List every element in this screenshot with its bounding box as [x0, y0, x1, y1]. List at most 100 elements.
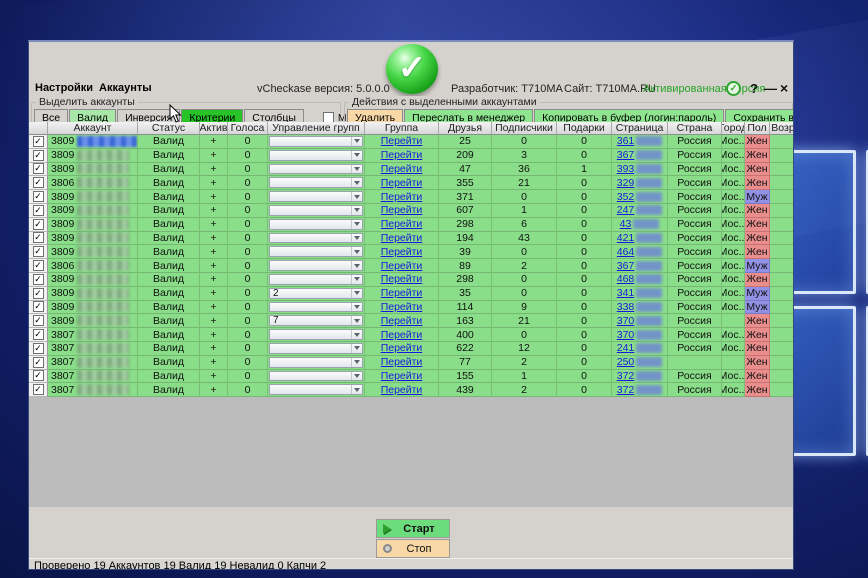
- chevron-down-icon[interactable]: [351, 316, 362, 326]
- group-manage-dropdown[interactable]: [269, 149, 363, 161]
- account-cell[interactable]: 3809: [48, 300, 138, 315]
- menu-accounts[interactable]: Аккаунты: [99, 82, 152, 94]
- row-select-cell[interactable]: ✓: [29, 355, 48, 370]
- account-cell[interactable]: 3807: [48, 355, 138, 370]
- account-cell[interactable]: 3809: [48, 272, 138, 287]
- column-header-Группа[interactable]: Группа: [365, 122, 439, 135]
- group-go-link[interactable]: Перейти: [381, 356, 423, 368]
- account-cell[interactable]: 3807: [48, 328, 138, 342]
- row-select-cell[interactable]: ✓: [29, 341, 48, 356]
- group-go-link[interactable]: Перейти: [381, 273, 423, 285]
- page-link[interactable]: 250: [617, 356, 635, 368]
- group-manage-dropdown[interactable]: [269, 301, 363, 313]
- account-cell[interactable]: 3807: [48, 383, 138, 398]
- column-header-Актив[interactable]: Актив: [200, 122, 228, 135]
- page-link[interactable]: 361: [617, 135, 635, 147]
- row-checkbox[interactable]: ✓: [32, 135, 44, 147]
- account-cell[interactable]: 3809: [48, 314, 138, 329]
- row-checkbox[interactable]: ✓: [32, 329, 44, 341]
- page-link[interactable]: 393: [617, 163, 635, 175]
- row-select-cell[interactable]: ✓: [29, 148, 48, 163]
- group-go-link[interactable]: Перейти: [381, 384, 423, 396]
- chevron-down-icon[interactable]: [351, 137, 362, 146]
- group-go-link[interactable]: Перейти: [381, 370, 423, 382]
- group-go-link[interactable]: Перейти: [381, 329, 423, 341]
- row-select-cell[interactable]: ✓: [29, 162, 48, 177]
- group-go-link[interactable]: Перейти: [381, 260, 423, 272]
- column-header-Друзья[interactable]: Друзья: [439, 122, 492, 135]
- row-select-cell[interactable]: ✓: [29, 231, 48, 246]
- column-header-Аккаунт[interactable]: Аккаунт: [48, 122, 138, 135]
- start-button[interactable]: Старт: [376, 519, 450, 538]
- group-go-link[interactable]: Перейти: [381, 287, 423, 299]
- page-link[interactable]: 341: [617, 287, 635, 299]
- help-button[interactable]: ?: [750, 81, 758, 96]
- account-cell[interactable]: 3809: [48, 286, 138, 301]
- group-go-link[interactable]: Перейти: [381, 218, 423, 230]
- group-go-link[interactable]: Перейти: [381, 177, 423, 189]
- chevron-down-icon[interactable]: [351, 192, 362, 201]
- account-cell[interactable]: 3809: [48, 162, 138, 177]
- row-checkbox[interactable]: ✓: [32, 260, 44, 272]
- account-cell[interactable]: 3809: [48, 203, 138, 218]
- group-manage-dropdown[interactable]: [269, 342, 363, 354]
- group-go-link[interactable]: Перейти: [381, 232, 423, 244]
- group-manage-dropdown[interactable]: [269, 232, 363, 244]
- row-checkbox[interactable]: ✓: [32, 315, 44, 327]
- group-manage-dropdown[interactable]: [269, 356, 363, 368]
- column-header-Подарки[interactable]: Подарки: [557, 122, 612, 135]
- chevron-down-icon[interactable]: [351, 178, 362, 188]
- row-checkbox[interactable]: ✓: [32, 232, 44, 244]
- chevron-down-icon[interactable]: [351, 219, 362, 229]
- row-select-cell[interactable]: ✓: [29, 300, 48, 315]
- chevron-down-icon[interactable]: [351, 371, 362, 381]
- row-select-cell[interactable]: ✓: [29, 286, 48, 301]
- chevron-down-icon[interactable]: [351, 330, 362, 339]
- group-go-link[interactable]: Перейти: [381, 191, 423, 203]
- close-button[interactable]: ×: [780, 81, 788, 96]
- row-checkbox[interactable]: ✓: [32, 246, 44, 258]
- row-checkbox[interactable]: ✓: [32, 287, 44, 299]
- group-manage-dropdown[interactable]: [269, 218, 363, 230]
- column-header-Страница[interactable]: Страница: [612, 122, 668, 135]
- account-cell[interactable]: 3809: [48, 135, 138, 149]
- group-manage-dropdown[interactable]: [269, 204, 363, 216]
- row-checkbox[interactable]: ✓: [32, 301, 44, 313]
- chevron-down-icon[interactable]: [351, 233, 362, 243]
- row-checkbox[interactable]: ✓: [32, 218, 44, 230]
- row-checkbox[interactable]: ✓: [32, 163, 44, 175]
- account-cell[interactable]: 3809: [48, 217, 138, 232]
- group-manage-dropdown[interactable]: [269, 370, 363, 382]
- row-checkbox[interactable]: ✓: [32, 370, 44, 382]
- minimize-button[interactable]: —: [764, 81, 777, 96]
- account-cell[interactable]: 3806: [48, 176, 138, 191]
- page-link[interactable]: 367: [617, 149, 635, 161]
- group-manage-dropdown[interactable]: [269, 246, 363, 258]
- page-link[interactable]: 247: [617, 204, 635, 216]
- account-cell[interactable]: 3807: [48, 341, 138, 356]
- column-header-Пол[interactable]: Пол: [745, 122, 770, 135]
- page-link[interactable]: 370: [617, 329, 635, 341]
- column-header-Город[interactable]: Город: [722, 122, 745, 135]
- group-manage-dropdown[interactable]: 7: [269, 315, 363, 326]
- row-checkbox[interactable]: ✓: [32, 149, 44, 161]
- row-select-cell[interactable]: ✓: [29, 135, 48, 149]
- row-checkbox[interactable]: ✓: [32, 356, 44, 368]
- chevron-down-icon[interactable]: [351, 150, 362, 160]
- group-go-link[interactable]: Перейти: [381, 204, 423, 216]
- group-go-link[interactable]: Перейти: [381, 315, 423, 327]
- page-link[interactable]: 338: [617, 301, 635, 313]
- row-checkbox[interactable]: ✓: [32, 342, 44, 354]
- account-cell[interactable]: 3806: [48, 259, 138, 273]
- account-cell[interactable]: 3809: [48, 245, 138, 260]
- group-manage-dropdown[interactable]: [269, 273, 363, 285]
- group-go-link[interactable]: Перейти: [381, 149, 423, 161]
- row-select-cell[interactable]: ✓: [29, 203, 48, 218]
- chevron-down-icon[interactable]: [351, 247, 362, 257]
- page-link[interactable]: 367: [617, 260, 635, 272]
- group-manage-dropdown[interactable]: [269, 177, 363, 189]
- chevron-down-icon[interactable]: [351, 357, 362, 367]
- row-select-cell[interactable]: ✓: [29, 328, 48, 342]
- column-header-Управление групп[interactable]: Управление групп: [268, 122, 365, 135]
- row-select-cell[interactable]: ✓: [29, 272, 48, 287]
